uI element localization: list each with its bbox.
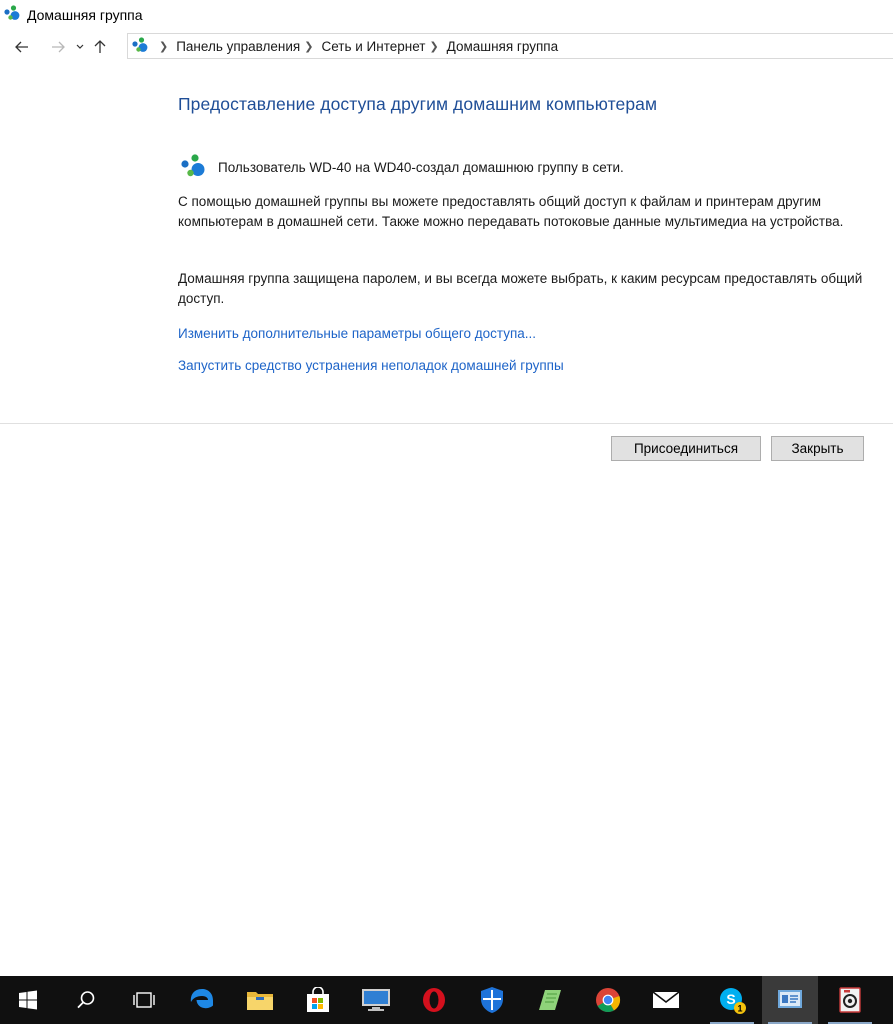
main-content: Предоставление доступа другим домашним к… bbox=[178, 94, 878, 373]
camera-app-button[interactable] bbox=[822, 976, 878, 1024]
breadcrumb-network-internet[interactable]: Сеть и Интернет bbox=[321, 39, 425, 54]
search-button[interactable] bbox=[58, 976, 114, 1024]
defender-icon bbox=[481, 987, 503, 1013]
control-panel-icon bbox=[778, 990, 802, 1008]
forward-button[interactable] bbox=[47, 35, 69, 59]
store-icon bbox=[307, 987, 329, 1012]
breadcrumb-separator-icon[interactable]: ❯ bbox=[304, 40, 313, 53]
skype-notification-badge: 1 bbox=[737, 1004, 742, 1014]
store-button[interactable] bbox=[290, 976, 346, 1024]
back-button[interactable] bbox=[11, 35, 33, 59]
arrow-left-icon bbox=[15, 41, 28, 53]
chrome-icon bbox=[596, 988, 621, 1013]
camera-app-icon bbox=[839, 987, 861, 1013]
join-button[interactable]: Присоединиться bbox=[611, 436, 761, 461]
skype-icon: S 1 bbox=[720, 988, 746, 1014]
page-title: Предоставление доступа другим домашним к… bbox=[178, 94, 658, 114]
password-paragraph: Домашняя группа защищена паролем, и вы в… bbox=[178, 271, 863, 306]
advanced-sharing-link[interactable]: Изменить дополнительные параметры общего… bbox=[178, 326, 536, 341]
breadcrumb-separator-icon: ❯ bbox=[159, 40, 169, 53]
breadcrumb-separator-icon[interactable]: ❯ bbox=[429, 40, 438, 53]
navigation-bar: ❯ Панель управления ❯ Сеть и Интернет ❯ … bbox=[0, 33, 893, 61]
start-icon bbox=[19, 990, 37, 1010]
opera-icon bbox=[423, 988, 445, 1012]
edge-icon bbox=[190, 989, 213, 1009]
edge-button[interactable] bbox=[174, 976, 230, 1024]
search-icon bbox=[77, 991, 95, 1009]
arrow-up-icon bbox=[94, 40, 106, 53]
control-panel-button[interactable] bbox=[762, 976, 818, 1024]
arrow-right-icon bbox=[52, 41, 65, 53]
task-view-icon bbox=[133, 992, 155, 1008]
defender-button[interactable] bbox=[464, 976, 520, 1024]
address-bar[interactable]: ❯ Панель управления ❯ Сеть и Интернет ❯ … bbox=[127, 33, 893, 59]
recent-locations-button[interactable] bbox=[73, 35, 87, 59]
homegroup-owner-row: Пользователь WD-40 на WD40-создал домашн… bbox=[178, 154, 624, 181]
homegroup-icon bbox=[132, 36, 149, 56]
up-button[interactable] bbox=[89, 35, 111, 59]
mail-icon bbox=[652, 991, 680, 1008]
homegroup-owner-text: Пользователь WD-40 на WD40-создал домашн… bbox=[218, 160, 624, 175]
notes-icon bbox=[539, 990, 561, 1010]
breadcrumb-control-panel[interactable]: Панель управления bbox=[176, 39, 300, 54]
footer-divider bbox=[0, 423, 893, 424]
remote-desktop-icon bbox=[362, 989, 390, 1011]
homegroup-icon bbox=[180, 154, 208, 181]
homegroup-icon bbox=[4, 4, 21, 26]
troubleshooter-link[interactable]: Запустить средство устранения неполадок … bbox=[178, 358, 564, 373]
opera-button[interactable] bbox=[406, 976, 462, 1024]
file-explorer-icon bbox=[247, 992, 273, 1010]
start-button[interactable] bbox=[0, 976, 56, 1024]
taskbar: S 1 bbox=[0, 976, 893, 1024]
skype-button[interactable]: S 1 bbox=[704, 976, 760, 1024]
remote-desktop-button[interactable] bbox=[348, 976, 404, 1024]
description-paragraph: С помощью домашней группы вы можете пред… bbox=[178, 194, 844, 229]
title-bar: Домашняя группа bbox=[0, 0, 893, 30]
chrome-button[interactable] bbox=[580, 976, 636, 1024]
breadcrumb-homegroup[interactable]: Домашняя группа bbox=[447, 39, 558, 54]
mail-button[interactable] bbox=[638, 976, 694, 1024]
task-view-button[interactable] bbox=[116, 976, 172, 1024]
chevron-down-icon bbox=[76, 44, 84, 49]
window-title: Домашняя группа bbox=[27, 7, 143, 23]
svg-text:S: S bbox=[726, 991, 735, 1007]
notes-button[interactable] bbox=[522, 976, 578, 1024]
close-button[interactable]: Закрыть bbox=[771, 436, 864, 461]
file-explorer-button[interactable] bbox=[232, 976, 288, 1024]
